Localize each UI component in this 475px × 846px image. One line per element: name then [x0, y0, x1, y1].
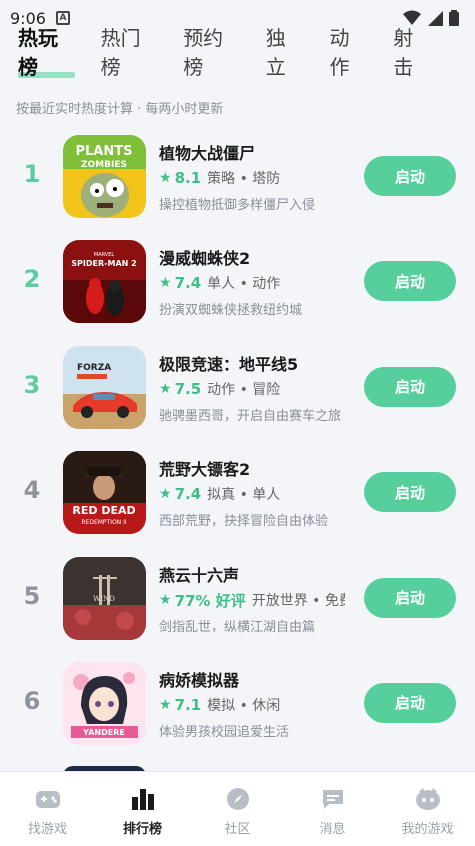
game-score: 7.4 [174, 485, 202, 504]
message-icon [320, 786, 346, 812]
game-name: 植物大战僵尸 [159, 144, 256, 163]
game-name: 病娇模拟器 [159, 670, 240, 690]
launch-button[interactable]: 启动 [364, 577, 456, 618]
game-meta: ★ 7.4 拟真 • 单人 [159, 484, 345, 504]
game-score: 77% 好评 [174, 591, 246, 610]
svg-text:REDEMPTION II: REDEMPTION II [81, 519, 126, 526]
profile-face-icon [415, 786, 441, 812]
game-tags: 开放世界 • 免费 [251, 593, 345, 610]
svg-text:ZOMBIES: ZOMBIES [81, 160, 127, 170]
game-row[interactable]: 6 YANDERE 病娇模拟器 ★ 7.1 模拟 • 休闲 体验男孩校园追爱生活… [0, 655, 475, 760]
svg-text:SPIDER-MAN 2: SPIDER-MAN 2 [71, 259, 136, 268]
nav-ranking[interactable]: 排行榜 [95, 772, 190, 846]
launch-button[interactable]: 启动 [364, 472, 456, 513]
red-dead-icon[interactable]: RED DEAD REDEMPTION II [63, 451, 146, 535]
star-icon: ★ [159, 592, 172, 609]
launch-button[interactable]: 启动 [364, 261, 456, 302]
game-desc: 西部荒野，抉择冒险自由体验 [159, 514, 329, 530]
yandere-girl-icon[interactable]: YANDERE [63, 661, 146, 745]
game-tags: 策略 • 塔防 [207, 171, 281, 187]
launch-button[interactable]: 启动 [364, 366, 456, 407]
tab-indie[interactable]: 独立 [266, 22, 304, 86]
game-desc: 体验男孩校园追爱生活 [159, 724, 290, 740]
game-meta: ★ 77% 好评 开放世界 • 免费 [159, 590, 345, 611]
game-meta: ★ 7.4 单人 • 动作 [159, 273, 345, 293]
game-row[interactable]: 3 FORZA 极限竞速：地平线5 ★ 7.5 动作 • 冒险 驰骋墨西哥，开启… [0, 339, 475, 444]
game-name: 燕云十六声 [159, 565, 240, 585]
svg-text:FORZA: FORZA [77, 363, 111, 373]
game-row[interactable]: 2 MARVEL SPIDER-MAN 2 漫威蜘蛛侠2 ★ 7.4 单人 • 动… [0, 233, 475, 338]
category-tabs: 热玩榜 热门榜 预约榜 独立 动作 射击 [0, 26, 475, 86]
game-score: 7.1 [174, 695, 202, 714]
game-name: 极限竞速：地平线5 [159, 354, 299, 374]
rank-number: 6 [23, 686, 41, 715]
rank-number: 4 [23, 476, 41, 505]
game-tags: 单人 • 动作 [207, 276, 281, 293]
svg-text:YANDERE: YANDERE [82, 728, 125, 737]
star-icon: ★ [159, 275, 172, 292]
game-meta: ★ 7.5 动作 • 冒险 [159, 379, 345, 399]
bottom-nav: 找游戏 排行榜 社区 消息 我的游戏 [0, 771, 475, 846]
nav-label: 找游戏 [27, 822, 67, 837]
ranking-subtitle: 按最近实时热度计算 · 每两小时更新 [16, 102, 224, 117]
svg-text:RED DEAD: RED DEAD [72, 504, 135, 517]
tab-shooter[interactable]: 射击 [393, 22, 431, 86]
game-meta: ★ 8.1 策略 • 塔防 [159, 168, 345, 188]
ranking-bars-icon [130, 786, 156, 812]
battery-icon [449, 10, 459, 26]
rank-number: 5 [23, 581, 41, 610]
launch-button[interactable]: 启动 [364, 682, 456, 723]
rank-number: 2 [23, 265, 41, 294]
game-row[interactable]: 1 PLANTS ZOMBIES 植物大战僵尸 ★ 8.1 策略 • 塔防 操控植… [0, 128, 475, 233]
game-meta: ★ 7.1 模拟 • 休闲 [159, 695, 345, 715]
game-list: 1 PLANTS ZOMBIES 植物大战僵尸 ★ 8.1 策略 • 塔防 操控植… [0, 128, 475, 760]
nav-label: 我的游戏 [401, 822, 454, 837]
star-icon: ★ [159, 380, 172, 397]
gamepad-icon [35, 786, 61, 812]
pvz-zombie-icon[interactable]: PLANTS ZOMBIES [63, 135, 146, 218]
nav-community[interactable]: 社区 [190, 772, 285, 846]
game-tags: 模拟 • 休闲 [207, 697, 281, 714]
compass-icon [225, 786, 251, 812]
tab-hot-play[interactable]: 热玩榜 [18, 22, 75, 86]
star-icon: ★ [159, 696, 172, 713]
nav-label: 社区 [224, 822, 251, 837]
nav-messages[interactable]: 消息 [285, 772, 380, 846]
rank-number: 3 [23, 370, 41, 399]
tab-reservation[interactable]: 预约榜 [183, 22, 240, 86]
nav-label: 排行榜 [122, 822, 162, 837]
rank-number: 1 [23, 160, 41, 188]
nav-label: 消息 [319, 822, 346, 837]
nav-find-games[interactable]: 找游戏 [0, 772, 95, 846]
game-score: 7.5 [174, 379, 202, 398]
game-tags: 拟真 • 单人 [207, 487, 281, 504]
game-row[interactable]: 5 WIND 燕云十六声 ★ 77% 好评 开放世界 • 免费 剑指乱世，纵横江… [0, 550, 475, 655]
tab-action[interactable]: 动作 [330, 22, 368, 86]
game-desc: 驰骋墨西哥，开启自由赛车之旅 [159, 408, 342, 424]
game-name: 荒野大镖客2 [159, 460, 251, 480]
svg-text:WIND: WIND [93, 595, 115, 603]
spider-man-icon[interactable]: MARVEL SPIDER-MAN 2 [63, 240, 146, 324]
svg-text:PLANTS: PLANTS [76, 144, 133, 159]
game-name: 漫威蜘蛛侠2 [159, 249, 251, 269]
nav-my-games[interactable]: 我的游戏 [380, 772, 475, 846]
star-icon: ★ [159, 170, 172, 186]
game-score: 8.1 [174, 169, 202, 187]
game-desc: 剑指乱世，纵横江湖自由篇 [159, 619, 316, 635]
launch-button[interactable]: 启动 [364, 156, 456, 196]
game-tags: 动作 • 冒险 [207, 381, 281, 398]
svg-text:MARVEL: MARVEL [94, 252, 115, 258]
forza-car-icon[interactable]: FORZA [63, 345, 146, 429]
where-winds-meet-icon[interactable]: WIND [63, 556, 146, 640]
tab-popular[interactable]: 热门榜 [101, 22, 158, 86]
game-score: 7.4 [174, 274, 202, 293]
game-desc: 扮演双蜘蛛侠拯救纽约城 [159, 303, 303, 319]
game-desc: 操控植物抵御多样僵尸入侵 [159, 198, 316, 213]
game-row[interactable]: 4 RED DEAD REDEMPTION II 荒野大镖客2 ★ 7.4 拟真 … [0, 444, 475, 549]
star-icon: ★ [159, 486, 172, 503]
